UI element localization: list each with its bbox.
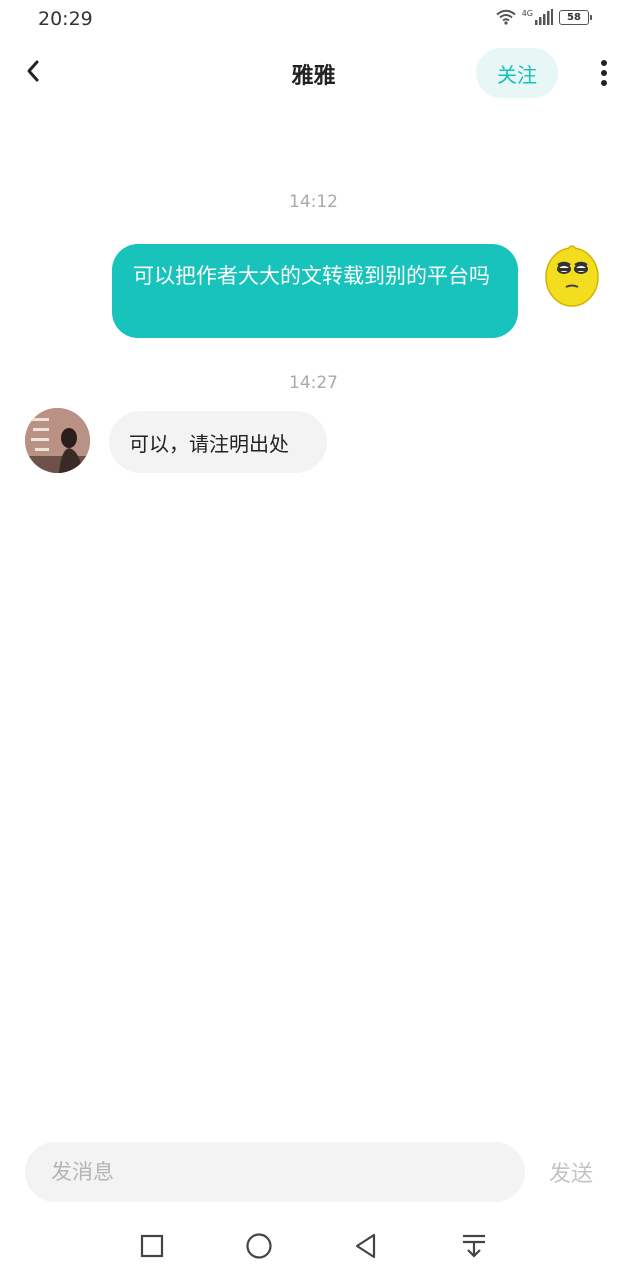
status-time: 20:29 — [38, 8, 93, 30]
recent-apps-button[interactable] — [132, 1230, 172, 1266]
more-vertical-icon-dot — [601, 60, 607, 66]
follow-button[interactable]: 关注 — [476, 48, 558, 98]
circle-icon — [245, 1232, 273, 1264]
triangle-back-icon — [354, 1233, 378, 1263]
pull-down-icon — [461, 1233, 487, 1263]
chevron-left-icon — [25, 59, 41, 87]
square-icon — [140, 1234, 164, 1262]
wifi-icon — [496, 9, 516, 25]
composer: 发送 — [0, 1130, 627, 1210]
network-type: 4G — [521, 8, 533, 18]
status-icons: 4G 58 — [496, 8, 592, 25]
chat-header: 雅雅 关注 — [0, 40, 627, 106]
lemon-emoji-icon — [544, 245, 600, 311]
sent-message-bubble[interactable]: 可以把作者大大的文转载到别的平台吗 — [112, 244, 518, 338]
received-message-bubble[interactable]: 可以，请注明出处 — [109, 411, 327, 473]
more-vertical-icon-dot — [601, 70, 607, 76]
status-bar: 20:29 4G 58 — [0, 0, 627, 40]
message-timestamp: 14:12 — [289, 192, 338, 212]
more-vertical-icon-dot — [601, 80, 607, 86]
more-options-button[interactable] — [594, 56, 614, 90]
system-nav-bar — [0, 1215, 627, 1280]
back-button[interactable] — [18, 58, 48, 88]
home-button[interactable] — [239, 1230, 279, 1266]
self-avatar[interactable] — [544, 243, 600, 307]
system-back-button[interactable] — [346, 1230, 386, 1266]
send-button[interactable]: 发送 — [549, 1156, 593, 1188]
notification-pull-button[interactable] — [454, 1230, 494, 1266]
signal-icon — [535, 9, 553, 25]
battery-indicator: 58 — [559, 9, 592, 25]
message-input[interactable] — [25, 1142, 525, 1202]
message-timestamp: 14:27 — [289, 373, 338, 393]
contact-avatar[interactable] — [25, 408, 90, 473]
